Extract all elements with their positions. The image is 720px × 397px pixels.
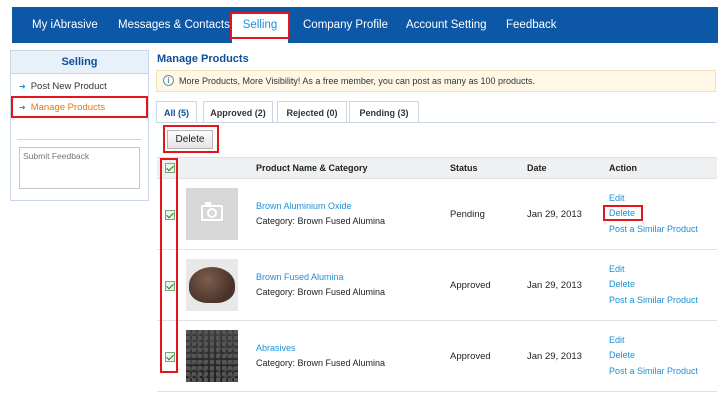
product-name-link[interactable]: Brown Fused Alumina [256,272,344,282]
nav-tab-my-iabrasive[interactable]: My iAbrasive [32,7,98,43]
arrow-right-icon: ➜ [19,103,26,112]
table-row: Brown Fused Alumina Category: Brown Fuse… [157,250,717,321]
edit-link[interactable]: Edit [609,264,625,274]
sidebar-item-label: Manage Products [30,102,106,113]
product-status: Approved [450,351,491,362]
tab-pending[interactable]: Pending (3) [349,101,419,123]
post-similar-link[interactable]: Post a Similar Product [609,366,698,376]
delete-link[interactable]: Delete [609,208,635,218]
product-thumbnail[interactable] [186,188,238,240]
row-checkbox[interactable] [165,281,175,291]
product-status: Pending [450,209,485,220]
edit-link[interactable]: Edit [609,193,625,203]
delete-button[interactable]: Delete [167,130,213,149]
tab-rejected[interactable]: Rejected (0) [277,101,347,123]
table-row: Abrasives Category: Brown Fused Alumina … [157,321,717,392]
notice-text: More Products, More Visibility! As a fre… [179,76,535,86]
table-header: Product Name & Category Status Date Acti… [157,157,717,179]
sidebar-divider [17,139,142,140]
product-name-link[interactable]: Brown Aluminium Oxide [256,201,352,211]
product-date: Jan 29, 2013 [527,280,582,291]
product-thumbnail[interactable] [186,330,238,382]
product-status: Approved [450,280,491,291]
product-category: Category: Brown Fused Alumina [256,287,386,297]
product-date: Jan 29, 2013 [527,209,582,220]
product-date: Jan 29, 2013 [527,351,582,362]
submit-feedback-input[interactable] [19,147,140,189]
table-row: Brown Aluminium Oxide Category: Brown Fu… [157,179,717,250]
products-table: Product Name & Category Status Date Acti… [157,157,717,393]
info-icon: i [163,75,174,86]
select-all-checkbox[interactable] [165,163,175,173]
post-similar-link[interactable]: Post a Similar Product [609,295,698,305]
product-thumbnail[interactable] [186,259,238,311]
nav-tab-selling[interactable]: Selling [232,12,288,43]
sidebar-item-post-new-product[interactable]: ➜ Post New Product [11,77,148,97]
product-category: Category: Brown Fused Alumina [256,358,386,368]
tab-all[interactable]: All (5) [156,101,197,123]
edit-link[interactable]: Edit [609,335,625,345]
nav-tab-account-setting[interactable]: Account Setting [406,7,487,43]
sidebar: Selling ➜ Post New Product ➜ Manage Produc… [10,50,149,201]
column-header-status: Status [450,163,478,173]
column-header-date: Date [527,163,547,173]
nav-tab-feedback[interactable]: Feedback [506,7,557,43]
tabs-divider [156,122,716,123]
notice-banner: i More Products, More Visibility! As a f… [156,70,716,92]
sidebar-item-label: Post New Product [30,81,107,92]
brown-sand-image [189,267,235,303]
row-checkbox[interactable] [165,210,175,220]
column-header-action: Action [609,163,637,173]
tab-approved[interactable]: Approved (2) [203,101,273,123]
delete-link[interactable]: Delete [609,279,635,289]
nav-tab-messages-contacts[interactable]: Messages & Contacts [118,7,230,43]
camera-icon-lens [207,208,217,218]
arrow-right-icon: ➜ [19,82,26,91]
row-checkbox[interactable] [165,352,175,362]
delete-link[interactable]: Delete [609,350,635,360]
top-navigation: My iAbrasive Messages & Contacts Selling… [12,7,718,43]
column-header-name: Product Name & Category [256,163,368,173]
sidebar-item-manage-products[interactable]: ➜ Manage Products [11,98,148,118]
sidebar-title: Selling [11,51,148,74]
product-name-link[interactable]: Abrasives [256,343,296,353]
page-title: Manage Products [157,53,249,65]
product-category: Category: Brown Fused Alumina [256,216,386,226]
nav-tab-company-profile[interactable]: Company Profile [303,7,388,43]
post-similar-link[interactable]: Post a Similar Product [609,224,698,234]
